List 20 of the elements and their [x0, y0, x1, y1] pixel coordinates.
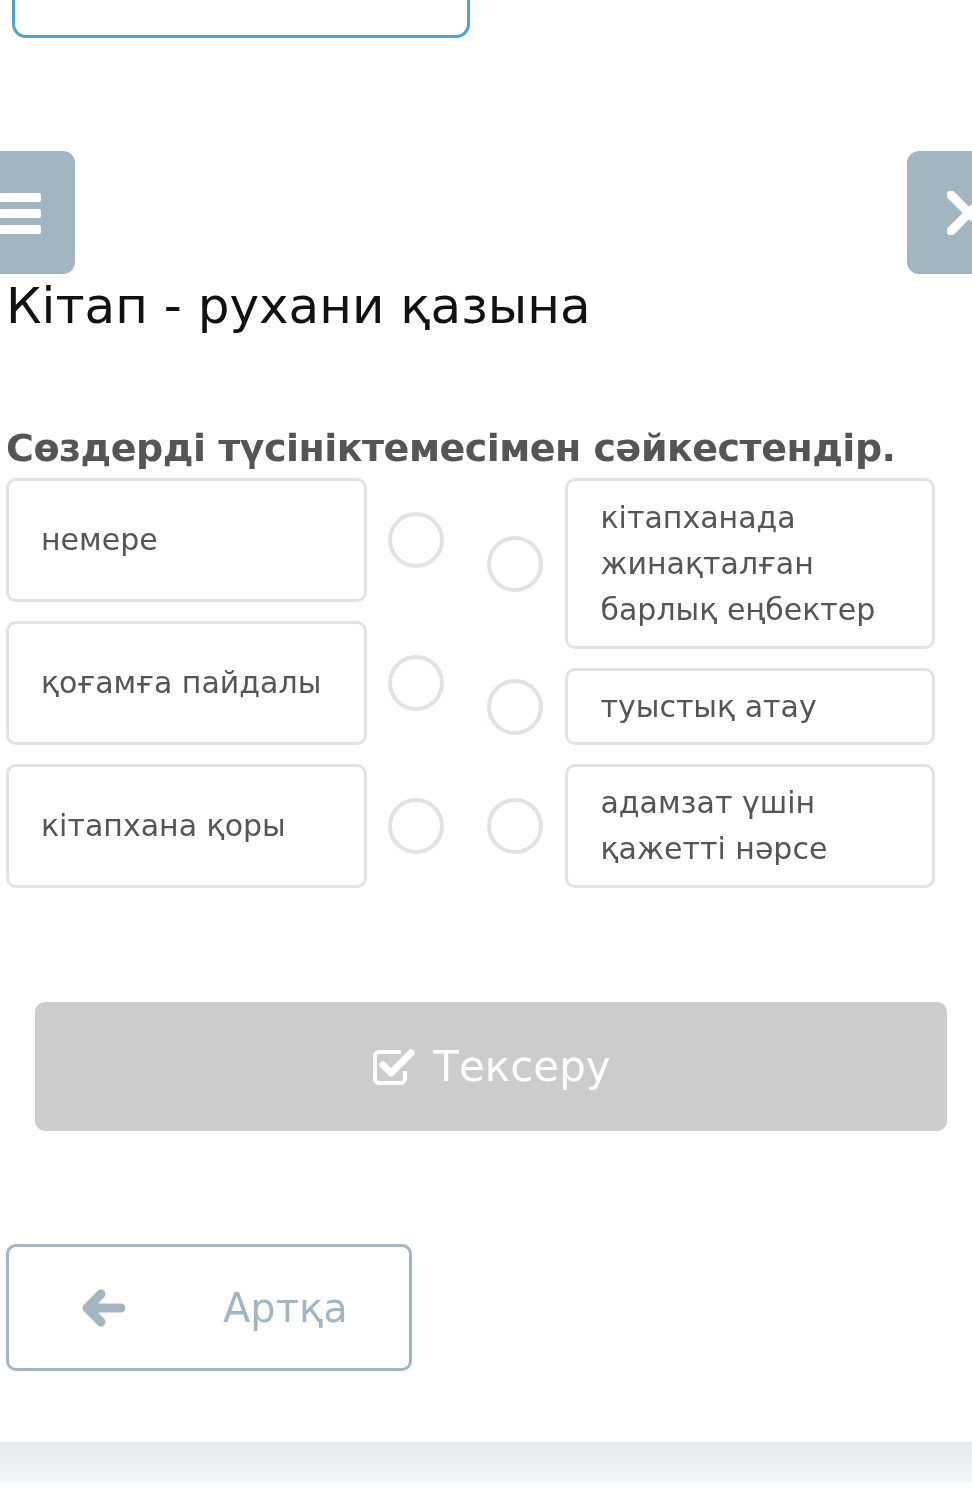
- radio-circle[interactable]: [487, 678, 544, 735]
- arrow-left-icon: [81, 1288, 125, 1327]
- match-card[interactable]: қоғамға пайдалы: [6, 621, 367, 745]
- radio-circle[interactable]: [388, 655, 444, 711]
- match-card[interactable]: туыстық атау: [565, 668, 936, 745]
- match-card[interactable]: немере: [6, 478, 367, 602]
- close-icon: [947, 190, 972, 235]
- checkbox-icon: [371, 1046, 416, 1087]
- radio-circle[interactable]: [487, 535, 544, 592]
- match-card[interactable]: кітапхана қоры: [6, 764, 367, 888]
- radio-circle[interactable]: [388, 512, 444, 568]
- menu-button[interactable]: [0, 151, 75, 274]
- match-card[interactable]: адамзат үшін қажетті нәрсе: [565, 764, 936, 888]
- instruction-text: Сөздерді түсініктемесімен сәйкестендір.: [6, 425, 897, 472]
- menu-icon: [0, 190, 41, 235]
- close-button[interactable]: [907, 151, 972, 274]
- page-title: Кітап - рухани қазына: [6, 276, 592, 336]
- radio-circle[interactable]: [487, 798, 544, 854]
- match-card[interactable]: кітапханада жинақталған барлық еңбектер: [565, 478, 936, 649]
- radio-circle[interactable]: [388, 798, 444, 854]
